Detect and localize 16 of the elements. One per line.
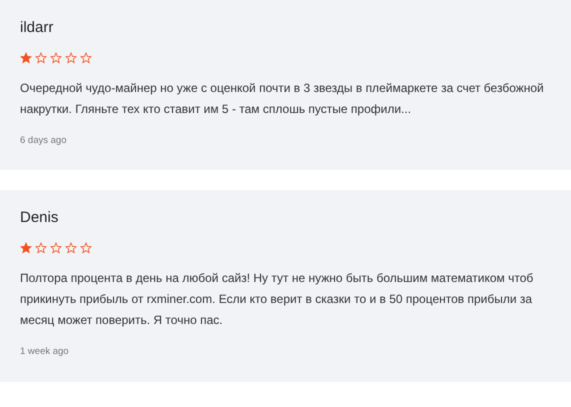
empty-star-icon [80,52,92,64]
review-time: 6 days ago [20,134,68,148]
empty-star-icon [80,242,92,254]
empty-star-icon [35,242,47,254]
review-time: 1 week ago [20,345,70,360]
empty-star-icon [50,242,62,254]
filled-star-icon [20,242,32,254]
empty-star-icon [65,242,77,254]
empty-star-icon [50,52,62,64]
review-text: Полтора процента в день на любой сайз! Ну тут не нужно быть большим математиком чтоб прикинуть прибыль от rxminer.com. Если кто верит в сказки то и в 50 процентов прибыли за месяц может поверить. Я точно пас. [20,270,534,330]
reviewer-name: ildarr [20,18,54,38]
filled-star-icon [20,52,32,64]
reviewer-name: Denis [20,208,60,228]
review-text: Очередной чудо-майнер но уже с оценкой почти в 3 звезды в плеймаркете за счет безбожной накрутки. Гляньте тех кто ставит им 5 - там сплошь пустые профили... [20,80,545,118]
empty-star-icon [35,52,47,64]
empty-star-icon [65,52,77,64]
